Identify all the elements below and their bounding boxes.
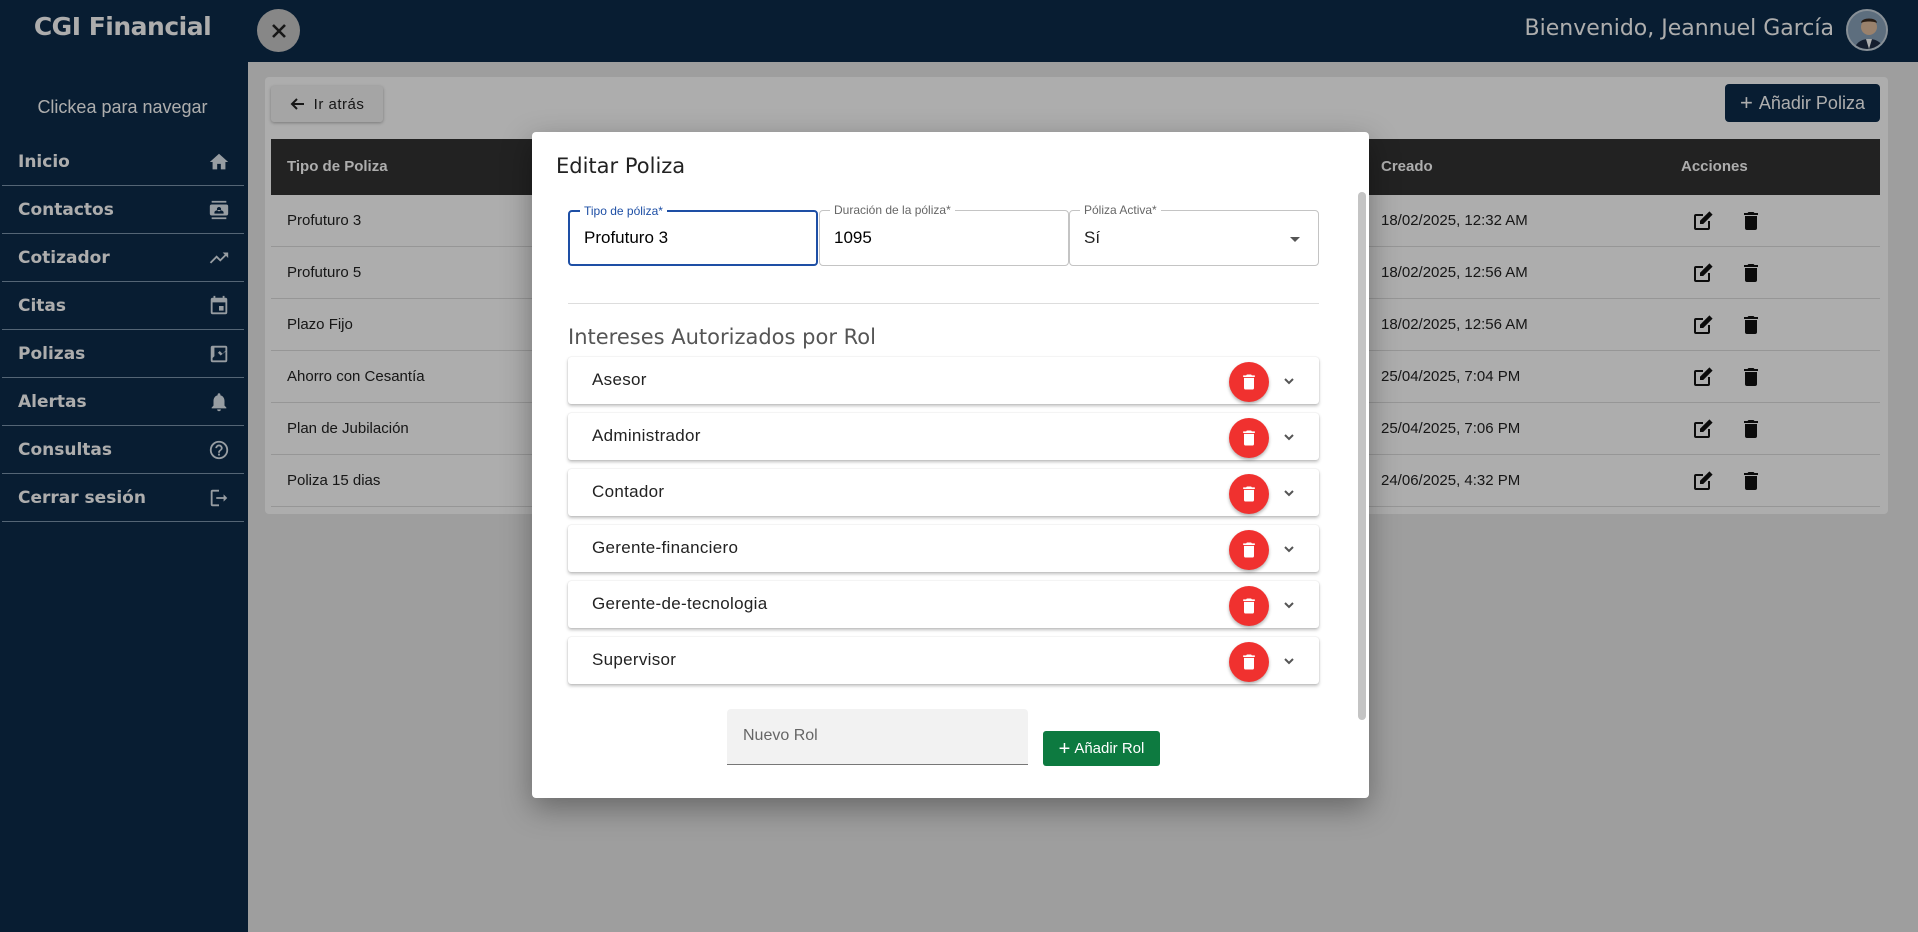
- role-name: Supervisor: [592, 650, 677, 669]
- role-accordion-contador[interactable]: Contador: [568, 469, 1319, 516]
- trash-icon: [1243, 430, 1255, 446]
- dropdown-arrow-icon: [1290, 237, 1300, 242]
- new-role-field[interactable]: [727, 709, 1028, 765]
- chevron-down-icon[interactable]: [1281, 485, 1297, 501]
- duracion-poliza-label: Duración de la póliza*: [830, 203, 955, 217]
- chevron-down-icon[interactable]: [1281, 653, 1297, 669]
- role-accordion-gerente-de-tecnologia[interactable]: Gerente-de-tecnologia: [568, 581, 1319, 628]
- role-name: Contador: [592, 482, 665, 501]
- role-name: Gerente-de-tecnologia: [592, 594, 768, 613]
- role-name: Asesor: [592, 370, 647, 389]
- delete-role-button[interactable]: [1229, 418, 1269, 458]
- duracion-poliza-input[interactable]: [834, 228, 1054, 248]
- trash-icon: [1243, 542, 1255, 558]
- chevron-down-icon[interactable]: [1281, 541, 1297, 557]
- poliza-activa-select[interactable]: Póliza Activa* Sí: [1069, 203, 1319, 266]
- poliza-activa-label: Póliza Activa*: [1080, 203, 1161, 217]
- role-accordion-gerente-financiero[interactable]: Gerente-financiero: [568, 525, 1319, 572]
- chevron-down-icon[interactable]: [1281, 597, 1297, 613]
- dialog-title: Editar Poliza: [556, 154, 686, 178]
- role-accordion-administrador[interactable]: Administrador: [568, 413, 1319, 460]
- role-name: Administrador: [592, 426, 701, 445]
- delete-role-button[interactable]: [1229, 474, 1269, 514]
- role-accordion-asesor[interactable]: Asesor: [568, 357, 1319, 404]
- trash-icon: [1243, 654, 1255, 670]
- role-accordion-supervisor[interactable]: Supervisor: [568, 637, 1319, 684]
- trash-icon: [1243, 486, 1255, 502]
- add-role-label: Añadir Rol: [1074, 740, 1145, 757]
- dialog-scrollbar[interactable]: [1358, 192, 1366, 720]
- delete-role-button[interactable]: [1229, 586, 1269, 626]
- tipo-poliza-label: Tipo de póliza*: [580, 204, 667, 218]
- roles-section-title: Intereses Autorizados por Rol: [568, 325, 876, 349]
- role-name: Gerente-financiero: [592, 538, 739, 557]
- duracion-poliza-field[interactable]: Duración de la póliza*: [819, 203, 1069, 266]
- section-divider: [568, 303, 1319, 304]
- chevron-down-icon[interactable]: [1281, 373, 1297, 389]
- trash-icon: [1243, 598, 1255, 614]
- add-role-button[interactable]: + Añadir Rol: [1043, 731, 1160, 766]
- plus-icon: +: [1058, 737, 1071, 760]
- poliza-activa-value: Sí: [1084, 228, 1101, 247]
- chevron-down-icon[interactable]: [1281, 429, 1297, 445]
- tipo-poliza-field[interactable]: Tipo de póliza*: [568, 204, 818, 266]
- roles-list: Asesor Administrador Contador Gerente-fi…: [568, 357, 1319, 693]
- delete-role-button[interactable]: [1229, 642, 1269, 682]
- delete-role-button[interactable]: [1229, 530, 1269, 570]
- delete-role-button[interactable]: [1229, 362, 1269, 402]
- new-role-input[interactable]: [743, 727, 1003, 745]
- edit-poliza-dialog: Editar Poliza Tipo de póliza* Duración d…: [532, 132, 1369, 798]
- trash-icon: [1243, 374, 1255, 390]
- tipo-poliza-input[interactable]: [584, 228, 804, 248]
